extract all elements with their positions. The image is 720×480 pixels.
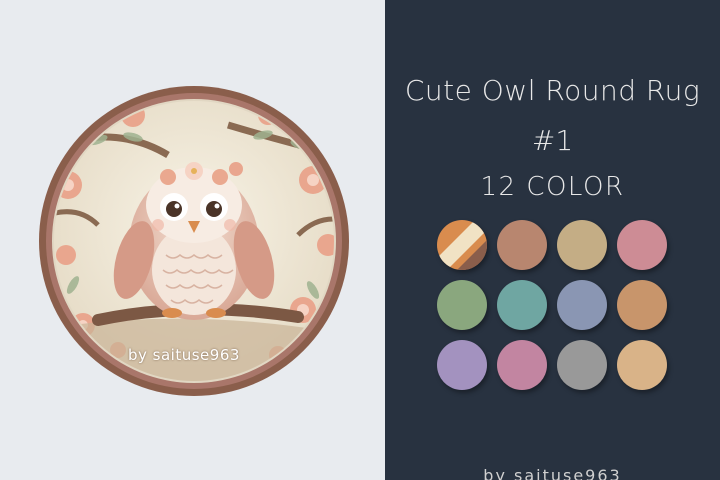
swatch-blue[interactable] [557,280,607,330]
swatch-pink[interactable] [617,220,667,270]
swatch-brown[interactable] [497,220,547,270]
swatch-gray[interactable] [557,340,607,390]
swatch-rose[interactable] [497,340,547,390]
swatch-green[interactable] [437,280,487,330]
product-number: #1 [531,124,574,157]
swatch-sand[interactable] [617,340,667,390]
footer-credit: by saituse963 [483,466,622,480]
swatch-tan[interactable] [557,220,607,270]
product-title: Cute Owl Round Rug [404,74,701,107]
info-panel: Cute Owl Round Rug #1 12 COLOR by saitus… [385,0,720,480]
swatch-teal[interactable] [497,280,547,330]
color-count: 12 COLOR [480,172,625,202]
watermark-text: by saituse963 [128,346,240,364]
preview-panel: by saituse963 [0,0,385,480]
color-swatch-grid [437,220,669,390]
swatch-caramel[interactable] [617,280,667,330]
swatch-lavender[interactable] [437,340,487,390]
swatch-original-multi[interactable] [437,220,487,270]
